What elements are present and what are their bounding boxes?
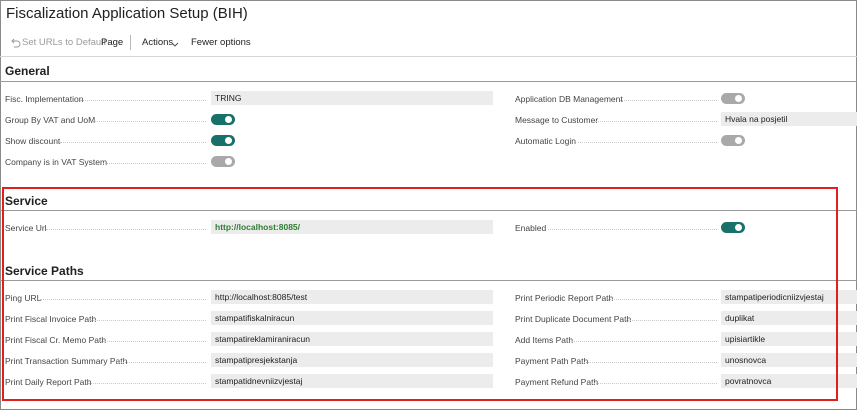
page-title: Fiscalization Application Setup (BIH) — [6, 5, 248, 22]
automatic-login-label: Automatic Login — [515, 136, 576, 146]
group-by-vat-toggle[interactable] — [211, 114, 235, 125]
highlight-box — [2, 187, 838, 401]
leader-dots — [620, 100, 717, 101]
app-db-management-toggle[interactable] — [721, 93, 745, 104]
actions-menu-button[interactable]: Actions — [142, 37, 173, 48]
section-rule-general — [0, 81, 857, 82]
group-by-vat-label: Group By VAT and UoM — [5, 115, 96, 125]
vat-system-toggle[interactable] — [211, 156, 235, 167]
fisc-implementation-field[interactable]: TRING — [211, 91, 493, 105]
automatic-login-toggle[interactable] — [721, 135, 745, 146]
message-to-customer-label: Message to Customer — [515, 115, 599, 125]
leader-dots — [80, 100, 206, 101]
action-bar: Set URLs to Default Page Actions Fewer o… — [0, 34, 857, 54]
fisc-implementation-label: Fisc. Implementation — [5, 94, 84, 104]
show-discount-toggle[interactable] — [211, 135, 235, 146]
leader-dots — [578, 142, 717, 143]
undo-arrow-icon — [11, 38, 21, 48]
leader-dots — [595, 121, 717, 122]
show-discount-label: Show discount — [5, 136, 61, 146]
vat-system-label: Company is in VAT System — [5, 157, 108, 167]
toolbar-divider — [130, 35, 131, 50]
set-urls-default-button[interactable]: Set URLs to Default — [22, 37, 106, 48]
chevron-down-icon — [171, 42, 179, 47]
leader-dots — [103, 163, 206, 164]
toolbar-divider-line — [0, 56, 857, 57]
leader-dots — [92, 121, 206, 122]
page-menu-button[interactable]: Page — [101, 37, 123, 48]
app-db-management-label: Application DB Management — [515, 94, 623, 104]
message-to-customer-field[interactable]: Hvala na posjetil — [721, 112, 857, 126]
leader-dots — [60, 142, 206, 143]
section-title-general: General — [5, 64, 50, 78]
fewer-options-button[interactable]: Fewer options — [191, 37, 251, 48]
